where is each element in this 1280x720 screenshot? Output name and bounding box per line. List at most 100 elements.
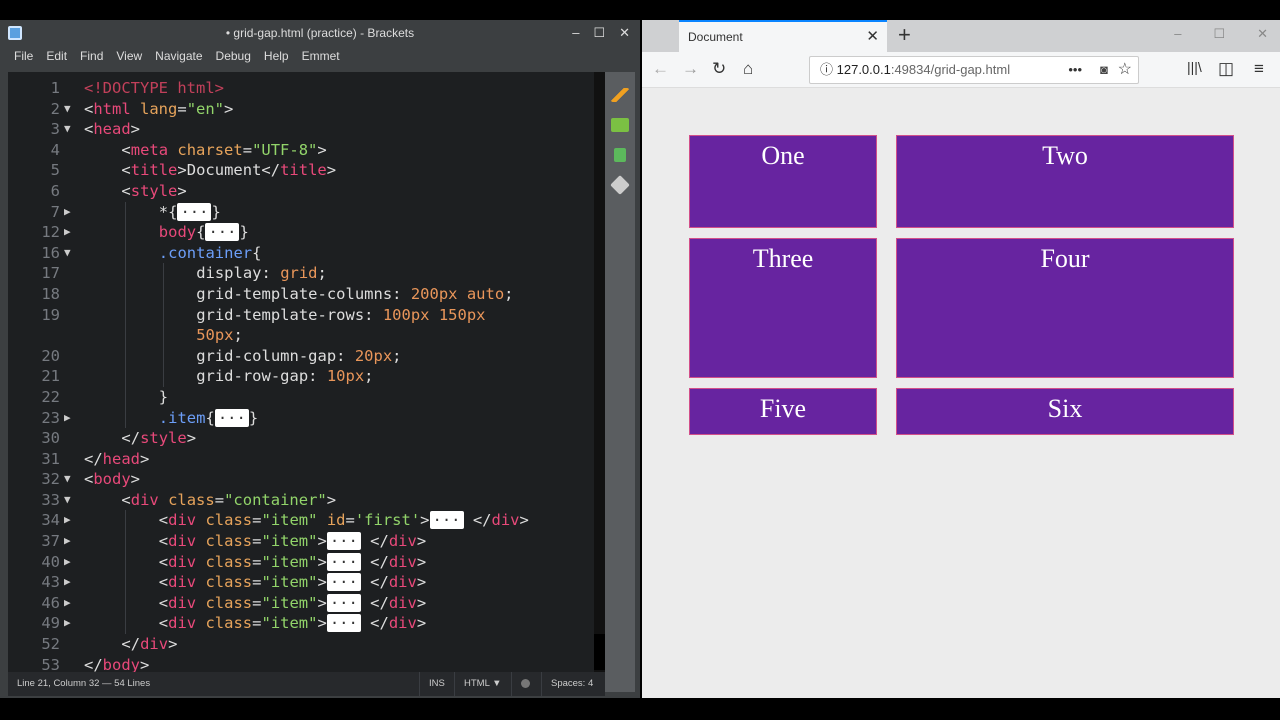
- code-line[interactable]: 53 </body>: [8, 655, 605, 672]
- code-line[interactable]: 30 </style>: [8, 428, 605, 449]
- code-token: class: [196, 573, 253, 592]
- close-icon[interactable]: ✕: [619, 25, 630, 40]
- live-preview-icon[interactable]: [611, 88, 629, 102]
- code-line[interactable]: 7 ▶ *{···}: [8, 201, 605, 223]
- menu-emmet[interactable]: Emmet: [302, 49, 340, 63]
- back-icon[interactable]: ←: [652, 59, 669, 79]
- maximize-icon[interactable]: ☐: [1213, 26, 1225, 41]
- close-icon[interactable]: ✕: [1257, 26, 1268, 41]
- code-line[interactable]: 6 <style>: [8, 181, 605, 202]
- code-line[interactable]: 1 <!DOCTYPE html>: [8, 78, 605, 99]
- code-line[interactable]: 32 ▼ <body>: [8, 469, 605, 490]
- home-icon[interactable]: ⌂: [743, 59, 753, 79]
- url-bar[interactable]: ⓘ 127.0.0.1:49834/grid-gap.html ••• ◙ ☆: [809, 56, 1139, 84]
- sidebar-icon[interactable]: ◫: [1218, 59, 1234, 79]
- collapsed-code-placeholder[interactable]: ···: [205, 223, 240, 242]
- linter-status-icon[interactable]: [511, 672, 541, 696]
- code-token: >: [140, 449, 150, 468]
- code-line[interactable]: 2 ▼ <html lang="en">: [8, 99, 605, 120]
- fold-collapsed-icon[interactable]: ▶: [64, 613, 78, 634]
- menu-navigate[interactable]: Navigate: [155, 49, 202, 63]
- reload-icon[interactable]: ↻: [712, 59, 726, 79]
- code-line[interactable]: 20 grid-column-gap: 20px;: [8, 345, 605, 367]
- collapsed-code-placeholder[interactable]: ···: [429, 511, 464, 530]
- menu-help[interactable]: Help: [264, 49, 289, 63]
- menu-edit[interactable]: Edit: [46, 49, 67, 63]
- code-line[interactable]: 16 ▼ .container{: [8, 242, 605, 264]
- code-line[interactable]: 23 ▶ .item{···}: [8, 407, 605, 429]
- code-line[interactable]: 40 ▶ <div class="item"> ··· </div>: [8, 551, 605, 573]
- fold-collapsed-icon[interactable]: ▶: [64, 510, 78, 531]
- code-line[interactable]: 4 <meta charset="UTF-8">: [8, 140, 605, 161]
- extension-manager-icon[interactable]: [611, 118, 629, 132]
- git-icon[interactable]: [610, 175, 630, 195]
- menu-debug[interactable]: Debug: [216, 49, 251, 63]
- code-token: grid-row-gap:: [196, 367, 327, 386]
- code-line[interactable]: 19 grid-template-rows: 100px 150px: [8, 304, 605, 326]
- language-select[interactable]: HTML ▼: [454, 672, 511, 696]
- code-line[interactable]: 46 ▶ <div class="item"> ··· </div>: [8, 592, 605, 614]
- fold-collapsed-icon[interactable]: ▶: [64, 202, 78, 223]
- code-line[interactable]: 31 </head>: [8, 449, 605, 470]
- code-line[interactable]: 50px;: [8, 325, 605, 346]
- code-line[interactable]: 52 </div>: [8, 634, 605, 655]
- scrollbar[interactable]: [594, 72, 605, 672]
- bookmark-star-icon[interactable]: ☆: [1118, 57, 1132, 83]
- code-token: >: [130, 120, 141, 139]
- collapsed-code-placeholder[interactable]: ···: [177, 202, 212, 221]
- fold-collapsed-icon[interactable]: ▶: [64, 572, 78, 593]
- code-token: charset: [168, 140, 243, 159]
- code-text: grid-column-gap: 20px;: [196, 346, 401, 367]
- tab-document[interactable]: Document ✕: [679, 20, 887, 52]
- code-editor[interactable]: 1 <!DOCTYPE html> 2 ▼ <html lang="en"> 3 ▼ <hea…: [8, 72, 605, 672]
- maximize-icon[interactable]: ☐: [593, 25, 605, 40]
- code-line[interactable]: 49 ▶ <div class="item"> ··· </div>: [8, 613, 605, 635]
- code-line[interactable]: 5 <title>Document</title>: [8, 160, 605, 181]
- fold-collapsed-icon[interactable]: ▶: [64, 593, 78, 614]
- fold-collapsed-icon[interactable]: ▶: [64, 531, 78, 552]
- menu-file[interactable]: File: [14, 49, 33, 63]
- fold-expanded-icon[interactable]: ▼: [64, 490, 78, 511]
- pocket-icon[interactable]: ◙: [1100, 57, 1108, 83]
- code-line[interactable]: 43 ▶ <div class="item"> ··· </div>: [8, 572, 605, 593]
- code-line[interactable]: 3 ▼ <head>: [8, 119, 605, 140]
- collapsed-code-placeholder[interactable]: ···: [214, 408, 249, 427]
- grid-item-two: Two: [896, 135, 1234, 228]
- code-line[interactable]: 12 ▶ body{···}: [8, 222, 605, 243]
- line-number: 22: [41, 387, 60, 406]
- scrollbar-thumb[interactable]: [594, 634, 605, 670]
- fold-expanded-icon[interactable]: ▼: [64, 119, 78, 140]
- minimize-icon[interactable]: –: [572, 25, 579, 40]
- collapsed-code-placeholder[interactable]: ···: [326, 532, 361, 551]
- collapsed-code-placeholder[interactable]: ···: [326, 593, 361, 612]
- fold-collapsed-icon[interactable]: ▶: [64, 222, 78, 243]
- insert-mode[interactable]: INS: [419, 672, 454, 696]
- close-tab-icon[interactable]: ✕: [866, 22, 879, 52]
- collapsed-code-placeholder[interactable]: ···: [326, 573, 361, 592]
- indentation-setting[interactable]: Spaces: 4: [541, 672, 602, 696]
- collapsed-code-placeholder[interactable]: ···: [326, 614, 361, 633]
- fold-expanded-icon[interactable]: ▼: [64, 99, 78, 120]
- code-line[interactable]: 33 ▼ <div class="container">: [8, 490, 605, 511]
- code-line[interactable]: 17 display: grid;: [8, 263, 605, 284]
- fold-collapsed-icon[interactable]: ▶: [64, 408, 78, 429]
- minimize-icon[interactable]: –: [1174, 26, 1181, 41]
- extension-icon[interactable]: [614, 148, 626, 162]
- collapsed-code-placeholder[interactable]: ···: [326, 552, 361, 571]
- code-line[interactable]: 22}: [8, 386, 605, 408]
- menu-icon[interactable]: ≡: [1254, 59, 1264, 79]
- fold-collapsed-icon[interactable]: ▶: [64, 552, 78, 573]
- code-line[interactable]: 37 ▶ <div class="item"> ··· </div>: [8, 531, 605, 552]
- code-line[interactable]: 21 grid-row-gap: 10px;: [8, 366, 605, 387]
- new-tab-icon[interactable]: +: [898, 22, 911, 48]
- fold-expanded-icon[interactable]: ▼: [64, 243, 78, 264]
- info-icon[interactable]: ⓘ: [820, 62, 837, 77]
- page-actions-icon[interactable]: •••: [1068, 57, 1082, 83]
- menu-find[interactable]: Find: [80, 49, 103, 63]
- forward-icon[interactable]: →: [682, 59, 699, 79]
- code-line[interactable]: 34 ▶ <div class="item" id='first'> ··· </di…: [8, 510, 605, 532]
- code-line[interactable]: 18 grid-template-columns: 200px auto;: [8, 283, 605, 305]
- library-icon[interactable]: |||\: [1187, 59, 1202, 75]
- menu-view[interactable]: View: [116, 49, 142, 63]
- fold-expanded-icon[interactable]: ▼: [64, 469, 78, 490]
